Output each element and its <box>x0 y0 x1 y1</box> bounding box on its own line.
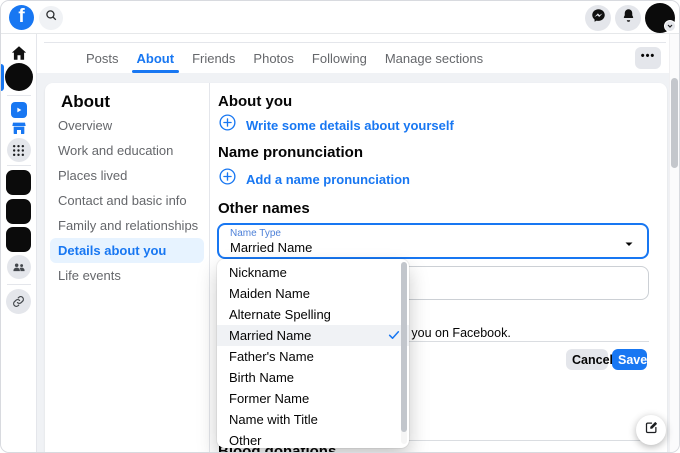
menu-grid-icon[interactable] <box>7 138 31 162</box>
active-indicator <box>1 64 4 91</box>
option-birth-name[interactable]: Birth Name <box>217 367 409 388</box>
edit-pencil-icon <box>644 420 659 440</box>
option-other[interactable]: Other <box>217 430 409 448</box>
tab-about[interactable]: About <box>128 43 184 73</box>
sidebar-item-life-events[interactable]: Life events <box>50 263 204 288</box>
save-button[interactable]: Save <box>612 349 647 370</box>
profile-tabs: Posts About Friends Photos Following Man… <box>77 43 492 73</box>
more-options-button[interactable]: ••• <box>635 47 661 69</box>
shortcut-tile[interactable] <box>6 170 31 195</box>
dropdown-scrollbar[interactable] <box>401 262 407 444</box>
search-icon <box>45 9 58 27</box>
tab-manage-sections[interactable]: Manage sections <box>376 43 492 73</box>
window-scrollbar[interactable] <box>669 34 679 452</box>
caret-down-icon <box>623 237 635 255</box>
messenger-icon <box>591 8 606 28</box>
sidebar-item-contact-basic-info[interactable]: Contact and basic info <box>50 188 204 213</box>
about-card: About Overview Work and education Places… <box>45 83 667 453</box>
rail-divider <box>7 95 31 96</box>
rail-divider <box>7 284 31 285</box>
sidebar-item-work-education[interactable]: Work and education <box>50 138 204 163</box>
tab-friends[interactable]: Friends <box>183 43 244 73</box>
shortcut-tile[interactable] <box>6 199 31 224</box>
messenger-button[interactable] <box>585 5 611 31</box>
option-married-name[interactable]: Married Name <box>217 325 409 346</box>
option-name-with-title[interactable]: Name with Title <box>217 409 409 430</box>
home-icon[interactable] <box>10 44 28 62</box>
option-nickname[interactable]: Nickname <box>217 262 409 283</box>
sidebar-item-details-about-you[interactable]: Details about you <box>50 238 204 263</box>
write-details-link[interactable]: Write some details about yourself <box>218 113 454 137</box>
other-names-heading: Other names <box>218 200 310 217</box>
search-button[interactable] <box>39 6 63 30</box>
option-label: Married Name <box>229 328 311 343</box>
option-maiden-name[interactable]: Maiden Name <box>217 283 409 304</box>
shortcut-tile[interactable] <box>6 227 31 252</box>
plus-circle-icon <box>218 167 237 191</box>
add-pronunciation-link[interactable]: Add a name pronunciation <box>218 167 410 191</box>
left-shortcut-rail <box>1 34 37 452</box>
top-navigation-bar: f <box>1 1 679 34</box>
sidebar-item-family-relationships[interactable]: Family and relationships <box>50 213 204 238</box>
profile-tab-bar: Posts About Friends Photos Following Man… <box>37 34 679 73</box>
chevron-down-icon <box>664 20 676 32</box>
plus-circle-icon <box>218 113 237 137</box>
name-pronunciation-heading: Name pronunciation <box>218 144 363 161</box>
dropdown-scrollbar-thumb[interactable] <box>401 262 407 432</box>
option-fathers-name[interactable]: Father's Name <box>217 346 409 367</box>
cancel-button[interactable]: Cancel <box>566 349 608 370</box>
bell-icon <box>621 8 636 28</box>
window-scrollbar-thumb[interactable] <box>671 78 678 168</box>
groups-icon[interactable] <box>7 255 31 279</box>
rail-divider <box>7 165 31 166</box>
facebook-logo[interactable]: f <box>9 5 34 30</box>
tab-photos[interactable]: Photos <box>244 43 302 73</box>
check-icon <box>387 328 401 345</box>
watch-icon[interactable] <box>11 102 27 118</box>
about-you-heading: About you <box>218 93 292 110</box>
tab-posts[interactable]: Posts <box>77 43 128 73</box>
option-former-name[interactable]: Former Name <box>217 388 409 409</box>
sidebar-item-places-lived[interactable]: Places lived <box>50 163 204 188</box>
sidebar-item-overview[interactable]: Overview <box>50 113 204 138</box>
write-details-label: Write some details about yourself <box>246 118 454 133</box>
profile-avatar[interactable] <box>5 63 33 91</box>
link-icon[interactable] <box>6 289 31 314</box>
option-alternate-spelling[interactable]: Alternate Spelling <box>217 304 409 325</box>
name-type-select[interactable]: Name Type Married Name <box>217 223 649 259</box>
tab-following[interactable]: Following <box>303 43 376 73</box>
card-vertical-divider <box>209 83 210 453</box>
marketplace-icon[interactable] <box>11 120 27 136</box>
add-pronunciation-label: Add a name pronunciation <box>246 172 410 187</box>
edit-floating-button[interactable] <box>636 415 666 445</box>
name-type-label: Name Type <box>230 228 281 239</box>
notifications-button[interactable] <box>615 5 641 31</box>
about-nav-title: About <box>61 92 110 112</box>
facebook-window: f <box>0 0 680 453</box>
about-section-nav: Overview Work and education Places lived… <box>50 113 204 288</box>
name-type-dropdown-menu: Nickname Maiden Name Alternate Spelling … <box>217 259 409 448</box>
name-type-value: Married Name <box>230 240 312 255</box>
